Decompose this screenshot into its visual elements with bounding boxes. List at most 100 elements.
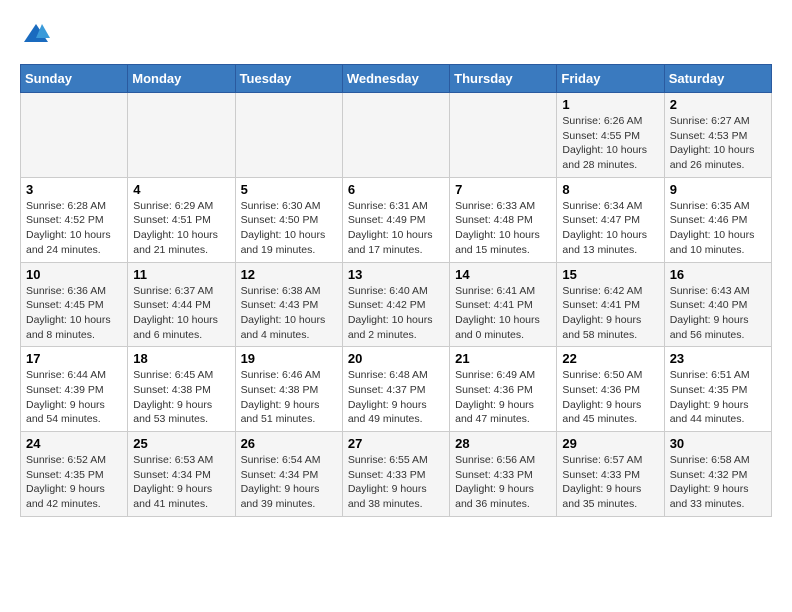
calendar-cell: 25Sunrise: 6:53 AMSunset: 4:34 PMDayligh… [128, 432, 235, 517]
day-info: Sunrise: 6:56 AMSunset: 4:33 PMDaylight:… [455, 453, 551, 512]
day-number: 20 [348, 351, 444, 366]
day-info: Sunrise: 6:57 AMSunset: 4:33 PMDaylight:… [562, 453, 658, 512]
weekday-header-tuesday: Tuesday [235, 65, 342, 93]
day-info: Sunrise: 6:48 AMSunset: 4:37 PMDaylight:… [348, 368, 444, 427]
calendar-cell: 19 Sunrise: 6:46 AMSunset: 4:38 PMDayligh… [235, 347, 342, 432]
day-info: Sunrise: 6:35 AMSunset: 4:46 PMDaylight:… [670, 199, 766, 258]
logo-icon [22, 20, 50, 48]
day-info: Sunrise: 6:27 AMSunset: 4:53 PMDaylight:… [670, 114, 766, 173]
calendar-cell: 21 Sunrise: 6:49 AMSunset: 4:36 PMDayligh… [450, 347, 557, 432]
logo [20, 20, 50, 48]
day-number: 24 [26, 436, 122, 451]
day-info: Sunrise: 6:49 AMSunset: 4:36 PMDaylight:… [455, 368, 551, 427]
day-number: 26 [241, 436, 337, 451]
day-info: Sunrise: 6:31 AMSunset: 4:49 PMDaylight:… [348, 199, 444, 258]
calendar-cell [21, 93, 128, 178]
calendar-week-3: 10 Sunrise: 6:36 AMSunset: 4:45 PMDayligh… [21, 262, 772, 347]
page-header [20, 20, 772, 48]
day-info: Sunrise: 6:45 AMSunset: 4:38 PMDaylight:… [133, 368, 229, 427]
day-info: Sunrise: 6:26 AMSunset: 4:55 PMDaylight:… [562, 114, 658, 173]
day-number: 9 [670, 182, 766, 197]
day-number: 27 [348, 436, 444, 451]
calendar-cell: 18 Sunrise: 6:45 AMSunset: 4:38 PMDayligh… [128, 347, 235, 432]
calendar-cell: 11 Sunrise: 6:37 AMSunset: 4:44 PMDayligh… [128, 262, 235, 347]
calendar-cell: 8 Sunrise: 6:34 AMSunset: 4:47 PMDaylight… [557, 177, 664, 262]
calendar-cell: 5Sunrise: 6:30 AMSunset: 4:50 PMDaylight… [235, 177, 342, 262]
calendar-cell: 9 Sunrise: 6:35 AMSunset: 4:46 PMDaylight… [664, 177, 771, 262]
calendar-cell: 26 Sunrise: 6:54 AMSunset: 4:34 PMDayligh… [235, 432, 342, 517]
day-info: Sunrise: 6:40 AMSunset: 4:42 PMDaylight:… [348, 284, 444, 343]
day-number: 23 [670, 351, 766, 366]
day-number: 8 [562, 182, 658, 197]
day-info: Sunrise: 6:51 AMSunset: 4:35 PMDaylight:… [670, 368, 766, 427]
day-number: 30 [670, 436, 766, 451]
weekday-header-saturday: Saturday [664, 65, 771, 93]
day-number: 18 [133, 351, 229, 366]
weekday-header-sunday: Sunday [21, 65, 128, 93]
calendar-cell: 14Sunrise: 6:41 AMSunset: 4:41 PMDayligh… [450, 262, 557, 347]
day-info: Sunrise: 6:38 AMSunset: 4:43 PMDaylight:… [241, 284, 337, 343]
day-number: 6 [348, 182, 444, 197]
calendar-week-5: 24 Sunrise: 6:52 AMSunset: 4:35 PMDayligh… [21, 432, 772, 517]
day-info: Sunrise: 6:54 AMSunset: 4:34 PMDaylight:… [241, 453, 337, 512]
calendar-cell: 27 Sunrise: 6:55 AMSunset: 4:33 PMDayligh… [342, 432, 449, 517]
day-number: 10 [26, 267, 122, 282]
calendar-cell: 20 Sunrise: 6:48 AMSunset: 4:37 PMDayligh… [342, 347, 449, 432]
day-number: 3 [26, 182, 122, 197]
calendar-cell: 30 Sunrise: 6:58 AMSunset: 4:32 PMDayligh… [664, 432, 771, 517]
day-info: Sunrise: 6:52 AMSunset: 4:35 PMDaylight:… [26, 453, 122, 512]
day-info: Sunrise: 6:37 AMSunset: 4:44 PMDaylight:… [133, 284, 229, 343]
calendar-cell: 6 Sunrise: 6:31 AMSunset: 4:49 PMDaylight… [342, 177, 449, 262]
day-number: 29 [562, 436, 658, 451]
weekday-header-friday: Friday [557, 65, 664, 93]
calendar-cell: 1 Sunrise: 6:26 AMSunset: 4:55 PMDaylight… [557, 93, 664, 178]
day-info: Sunrise: 6:34 AMSunset: 4:47 PMDaylight:… [562, 199, 658, 258]
calendar-cell: 12 Sunrise: 6:38 AMSunset: 4:43 PMDayligh… [235, 262, 342, 347]
day-number: 15 [562, 267, 658, 282]
day-info: Sunrise: 6:46 AMSunset: 4:38 PMDaylight:… [241, 368, 337, 427]
calendar-cell [235, 93, 342, 178]
calendar-table: SundayMondayTuesdayWednesdayThursdayFrid… [20, 64, 772, 517]
day-number: 19 [241, 351, 337, 366]
day-number: 16 [670, 267, 766, 282]
calendar-cell: 24 Sunrise: 6:52 AMSunset: 4:35 PMDayligh… [21, 432, 128, 517]
day-number: 21 [455, 351, 551, 366]
calendar-cell: 13Sunrise: 6:40 AMSunset: 4:42 PMDayligh… [342, 262, 449, 347]
calendar-cell: 3 Sunrise: 6:28 AMSunset: 4:52 PMDaylight… [21, 177, 128, 262]
day-number: 4 [133, 182, 229, 197]
calendar-cell: 10 Sunrise: 6:36 AMSunset: 4:45 PMDayligh… [21, 262, 128, 347]
day-info: Sunrise: 6:29 AMSunset: 4:51 PMDaylight:… [133, 199, 229, 258]
day-info: Sunrise: 6:36 AMSunset: 4:45 PMDaylight:… [26, 284, 122, 343]
calendar-cell: 28Sunrise: 6:56 AMSunset: 4:33 PMDayligh… [450, 432, 557, 517]
calendar-cell: 22 Sunrise: 6:50 AMSunset: 4:36 PMDayligh… [557, 347, 664, 432]
calendar-week-1: 1 Sunrise: 6:26 AMSunset: 4:55 PMDaylight… [21, 93, 772, 178]
calendar-cell: 4 Sunrise: 6:29 AMSunset: 4:51 PMDaylight… [128, 177, 235, 262]
weekday-header-wednesday: Wednesday [342, 65, 449, 93]
calendar-cell [128, 93, 235, 178]
day-info: Sunrise: 6:50 AMSunset: 4:36 PMDaylight:… [562, 368, 658, 427]
day-info: Sunrise: 6:43 AMSunset: 4:40 PMDaylight:… [670, 284, 766, 343]
day-number: 1 [562, 97, 658, 112]
calendar-cell [450, 93, 557, 178]
day-number: 7 [455, 182, 551, 197]
calendar-cell: 15 Sunrise: 6:42 AMSunset: 4:41 PMDayligh… [557, 262, 664, 347]
day-info: Sunrise: 6:28 AMSunset: 4:52 PMDaylight:… [26, 199, 122, 258]
calendar-cell: 16 Sunrise: 6:43 AMSunset: 4:40 PMDayligh… [664, 262, 771, 347]
day-number: 14 [455, 267, 551, 282]
day-info: Sunrise: 6:55 AMSunset: 4:33 PMDaylight:… [348, 453, 444, 512]
day-number: 22 [562, 351, 658, 366]
day-number: 25 [133, 436, 229, 451]
day-number: 11 [133, 267, 229, 282]
calendar-week-2: 3 Sunrise: 6:28 AMSunset: 4:52 PMDaylight… [21, 177, 772, 262]
day-number: 12 [241, 267, 337, 282]
day-info: Sunrise: 6:58 AMSunset: 4:32 PMDaylight:… [670, 453, 766, 512]
logo-text [20, 20, 50, 48]
calendar-cell: 29 Sunrise: 6:57 AMSunset: 4:33 PMDayligh… [557, 432, 664, 517]
day-number: 2 [670, 97, 766, 112]
day-info: Sunrise: 6:30 AMSunset: 4:50 PMDaylight:… [241, 199, 337, 258]
day-info: Sunrise: 6:42 AMSunset: 4:41 PMDaylight:… [562, 284, 658, 343]
calendar-cell: 7Sunrise: 6:33 AMSunset: 4:48 PMDaylight… [450, 177, 557, 262]
weekday-header-monday: Monday [128, 65, 235, 93]
weekday-header-row: SundayMondayTuesdayWednesdayThursdayFrid… [21, 65, 772, 93]
calendar-week-4: 17Sunrise: 6:44 AMSunset: 4:39 PMDayligh… [21, 347, 772, 432]
